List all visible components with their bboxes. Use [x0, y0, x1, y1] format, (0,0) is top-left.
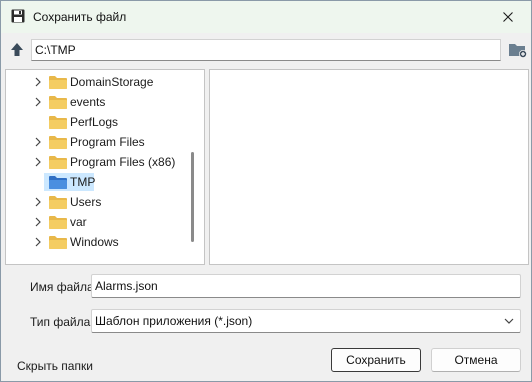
folder-icon — [49, 76, 67, 89]
folder-tree[interactable]: DomainStorage events PerfLogs Program Fi… — [5, 69, 205, 265]
arrow-up-icon[interactable] — [9, 41, 25, 59]
chevron-right-icon[interactable] — [34, 197, 42, 207]
new-folder-icon[interactable] — [508, 41, 528, 59]
tree-item-users[interactable]: Users — [6, 192, 186, 212]
chevron-right-icon[interactable] — [34, 97, 42, 107]
filetype-value: Шаблон приложения (*.json) — [95, 314, 253, 328]
folder-icon — [49, 176, 67, 189]
folder-icon — [49, 96, 67, 109]
tree-item-label: PerfLogs — [70, 115, 119, 129]
chevron-right-icon[interactable] — [34, 137, 42, 147]
tree-item-events[interactable]: events — [6, 92, 186, 112]
folder-icon — [49, 116, 67, 129]
folder-icon — [49, 156, 67, 169]
tree-item-label: Windows — [70, 235, 119, 249]
chevron-right-icon[interactable] — [34, 217, 42, 227]
filename-input[interactable]: Alarms.json — [91, 274, 521, 298]
save-file-dialog: Сохранить файл C:\TMP DomainStorage even… — [0, 0, 532, 382]
filetype-select[interactable]: Шаблон приложения (*.json) — [91, 309, 521, 333]
folder-icon — [49, 236, 67, 249]
tree-item-label: Program Files (x86) — [70, 155, 176, 169]
folder-icon — [49, 216, 67, 229]
path-input[interactable]: C:\TMP — [31, 39, 501, 61]
save-button[interactable]: Сохранить — [331, 348, 421, 372]
cancel-button[interactable]: Отмена — [431, 348, 521, 372]
tree-item-label: DomainStorage — [70, 75, 154, 89]
tree-item-perflogs[interactable]: PerfLogs — [6, 112, 186, 132]
tree-item-label: Users — [70, 195, 102, 209]
title-bar: Сохранить файл — [1, 1, 531, 33]
tree-item-domainstorage[interactable]: DomainStorage — [6, 72, 186, 92]
window-title: Сохранить файл — [33, 10, 127, 24]
floppy-disk-icon — [11, 9, 25, 23]
close-button[interactable] — [485, 1, 531, 33]
tree-item-label: Program Files — [70, 135, 145, 149]
tree-item-label: events — [70, 95, 106, 109]
filetype-label: Тип файла: — [30, 315, 94, 329]
tree-item-program-files[interactable]: Program Files — [6, 132, 186, 152]
filename-label: Имя файла: — [30, 280, 97, 294]
chevron-right-icon[interactable] — [34, 157, 42, 167]
tree-item-windows[interactable]: Windows — [6, 232, 186, 252]
folder-icon — [49, 136, 67, 149]
chevron-down-icon — [504, 318, 514, 324]
file-list-pane[interactable] — [209, 69, 529, 265]
tree-item-label: TMP — [70, 175, 96, 189]
hide-folders-link[interactable]: Скрыть папки — [17, 359, 93, 373]
tree-item-program-files-x86[interactable]: Program Files (x86) — [6, 152, 186, 172]
folder-icon — [49, 196, 67, 209]
tree-scrollbar[interactable] — [191, 152, 194, 242]
tree-item-var[interactable]: var — [6, 212, 186, 232]
close-icon — [503, 12, 513, 22]
tree-item-tmp[interactable]: TMP — [6, 172, 186, 192]
chevron-right-icon[interactable] — [34, 77, 42, 87]
tree-item-label: var — [70, 215, 87, 229]
chevron-right-icon[interactable] — [34, 237, 42, 247]
